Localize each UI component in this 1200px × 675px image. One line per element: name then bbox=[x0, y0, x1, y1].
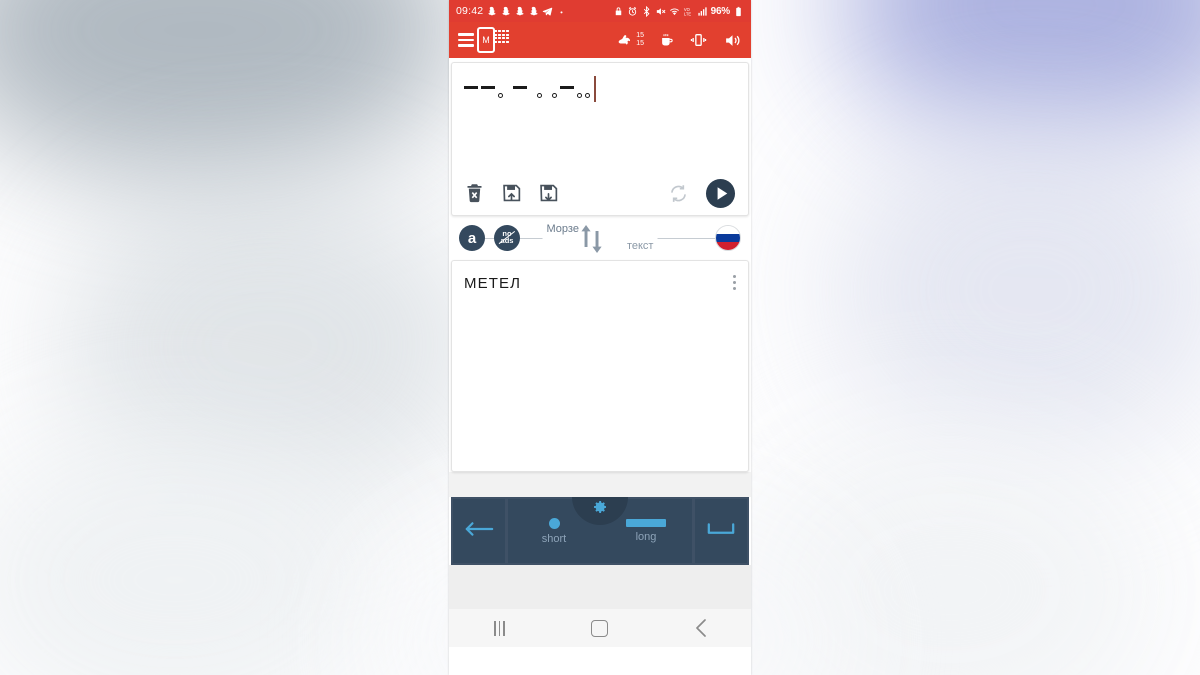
direction-toggle-button[interactable]: Морзе текст bbox=[542, 223, 658, 253]
mute-icon bbox=[655, 6, 666, 17]
snapchat-icon bbox=[514, 6, 525, 17]
morse-input-field[interactable] bbox=[452, 63, 748, 171]
direction-arrows-icon bbox=[581, 223, 603, 253]
morse-toolbar-left bbox=[464, 182, 559, 204]
morse-dot bbox=[551, 92, 557, 98]
dot-glyph-icon bbox=[548, 517, 560, 529]
content-gap bbox=[449, 472, 751, 497]
bluetooth-icon bbox=[641, 5, 652, 17]
speed-bottom: 15 bbox=[636, 40, 644, 47]
vibrate-icon[interactable] bbox=[689, 32, 708, 48]
snapchat-icon bbox=[500, 6, 511, 17]
home-glyph bbox=[591, 619, 609, 637]
morse-dot bbox=[584, 92, 590, 98]
alarm-icon bbox=[627, 6, 638, 17]
volte-icon: VO LTE bbox=[683, 6, 694, 17]
app-logo-letter: M bbox=[477, 27, 495, 53]
status-bar-right: VO LTE 96% bbox=[613, 5, 744, 17]
no-ads-button[interactable]: no ads bbox=[494, 225, 520, 251]
trash-delete-icon[interactable] bbox=[464, 182, 485, 204]
coffee-cup-icon[interactable] bbox=[659, 32, 674, 49]
speed-top: 15 bbox=[636, 32, 644, 39]
app-logo-dots bbox=[494, 30, 509, 49]
dot-icon bbox=[556, 6, 567, 17]
recents-icon[interactable] bbox=[469, 609, 529, 647]
app-logo: M bbox=[477, 27, 511, 53]
dash-glyph-icon bbox=[626, 519, 666, 527]
flag-stripe-white bbox=[716, 226, 740, 234]
alphabet-button[interactable]: a bbox=[459, 225, 485, 251]
signal-icon bbox=[697, 6, 708, 17]
morse-dash bbox=[480, 85, 495, 89]
morse-dash bbox=[512, 85, 527, 89]
hamburger-menu-icon[interactable] bbox=[458, 33, 474, 47]
phone-screen: 09:42 VO LTE 96% M 15 15 a no ads Морзе … bbox=[449, 0, 751, 675]
status-time: 09:42 bbox=[456, 5, 484, 17]
morse-toolbar-right bbox=[668, 178, 736, 209]
bottom-filler bbox=[449, 565, 751, 609]
morse-symbols bbox=[462, 76, 738, 103]
space-key[interactable] bbox=[695, 499, 747, 563]
morse-dot bbox=[497, 92, 503, 98]
morse-dot bbox=[576, 92, 582, 98]
snapchat-icon bbox=[486, 6, 497, 17]
mode-selector-row: a no ads Морзе текст bbox=[451, 216, 749, 260]
speaker-icon[interactable] bbox=[723, 32, 742, 49]
recents-glyph bbox=[493, 620, 505, 636]
rabbit-speed-icon[interactable]: 15 15 bbox=[616, 32, 644, 48]
direction-from-label: Морзе bbox=[546, 223, 579, 235]
app-bar-left: M bbox=[458, 27, 511, 53]
morse-dash bbox=[463, 85, 478, 89]
morse-dot bbox=[536, 92, 542, 98]
backspace-key[interactable] bbox=[453, 499, 505, 563]
russia-flag-icon[interactable] bbox=[715, 225, 741, 251]
save-store-icon[interactable] bbox=[538, 182, 559, 204]
no-ads-icon: no ads bbox=[494, 225, 520, 251]
refresh-swap-icon[interactable] bbox=[668, 183, 689, 204]
battery-icon bbox=[733, 6, 744, 17]
svg-text:LTE: LTE bbox=[683, 11, 690, 16]
home-icon[interactable] bbox=[570, 609, 630, 647]
direction-to-label: текст bbox=[626, 240, 654, 252]
morse-dash bbox=[559, 85, 574, 89]
flag-stripe-red bbox=[716, 242, 740, 250]
text-caret bbox=[594, 76, 596, 102]
android-nav-bar bbox=[449, 609, 751, 647]
save-load-icon[interactable] bbox=[501, 182, 522, 204]
background-blur-shape bbox=[0, 0, 460, 180]
battery-percent: 96% bbox=[710, 5, 731, 17]
kebab-menu-icon[interactable] bbox=[731, 273, 738, 292]
telegram-icon bbox=[542, 6, 553, 17]
lock-icon bbox=[613, 6, 624, 17]
status-bar: 09:42 VO LTE 96% bbox=[449, 0, 751, 22]
morse-keyboard: short long bbox=[451, 497, 749, 565]
space-bar-icon bbox=[706, 521, 736, 542]
morse-input-card bbox=[451, 62, 749, 216]
status-bar-left: 09:42 bbox=[456, 5, 567, 17]
decoded-text-field[interactable]: МЕТЕЛ bbox=[452, 261, 748, 292]
play-icon[interactable] bbox=[705, 178, 736, 209]
speed-values: 15 15 bbox=[636, 32, 644, 48]
text-output-card: МЕТЕЛ bbox=[451, 260, 749, 472]
flag-stripe-blue bbox=[716, 234, 740, 242]
wifi-icon bbox=[669, 6, 680, 17]
back-icon[interactable] bbox=[671, 609, 731, 647]
app-bar: M 15 15 bbox=[449, 22, 751, 58]
app-bar-right: 15 15 bbox=[616, 32, 742, 49]
morse-toolbar bbox=[452, 171, 748, 215]
long-key-label: long bbox=[635, 531, 657, 543]
backspace-arrow-icon bbox=[464, 521, 494, 542]
short-key-label: short bbox=[541, 532, 567, 545]
background-blur-shape bbox=[830, 120, 1200, 460]
snapchat-icon bbox=[528, 6, 539, 17]
